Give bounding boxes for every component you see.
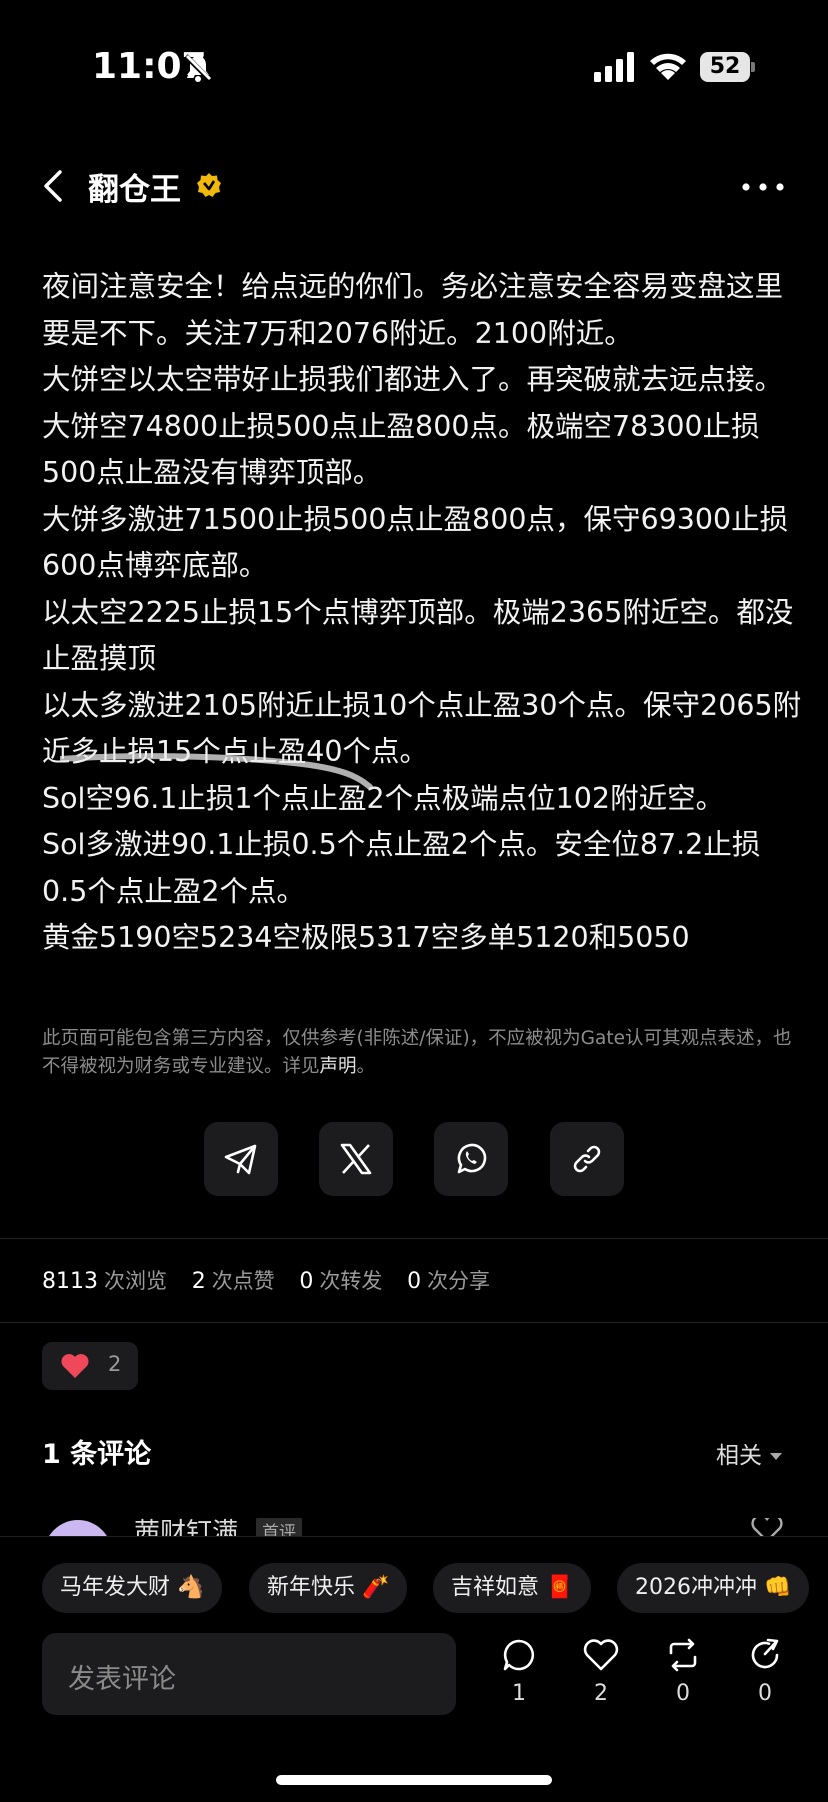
more-options-icon[interactable] (740, 172, 786, 202)
divider (0, 1238, 828, 1239)
like-count: 2 (594, 1681, 608, 1706)
share-telegram-button[interactable] (204, 1122, 278, 1196)
cellular-signal-icon (594, 52, 634, 82)
share-row (204, 1122, 624, 1198)
post-paragraph: 大饼空以太空带好止损我们都进入了。再突破就去远点接。 (42, 363, 784, 396)
author-name[interactable]: 翻仓王 (88, 164, 181, 209)
comment-like-icon[interactable] (750, 1518, 784, 1538)
comment-bubble-icon (503, 1639, 535, 1671)
reposts-label: 次转发 (319, 1269, 383, 1293)
disclaimer-link[interactable]: 声明 (320, 1056, 357, 1077)
wifi-icon (650, 53, 686, 80)
whatsapp-icon (457, 1143, 487, 1174)
commenter-name[interactable]: 茜财钉满 (134, 1518, 238, 1538)
battery-indicator: 52 (700, 52, 756, 82)
status-bar: 11:07 52 (0, 0, 828, 130)
post-paragraph: 以太空2225止损15个点博弈顶部。极端2365附近空。都没止盈摸顶 (42, 595, 794, 676)
likes-count: 2 (191, 1269, 206, 1294)
comment-action[interactable]: 1 (489, 1637, 549, 1706)
shares-count: 0 (407, 1269, 422, 1294)
share-count: 0 (758, 1681, 772, 1706)
likes-label: 次点赞 (211, 1269, 275, 1293)
post-paragraph: 大饼空74800止损500点止盈800点。极端空78300止损500点止盈没有博… (42, 409, 760, 490)
heart-icon (583, 1639, 619, 1671)
post-paragraph: Sol多激进90.1止损0.5个点止盈2个点。安全位87.2止损0.5个点止盈2… (42, 828, 761, 908)
views-label: 次浏览 (104, 1269, 167, 1293)
post-stats: 8113 次浏览 2 次点赞 0 次转发 0 次分享 (42, 1265, 508, 1295)
quick-reply-chip[interactable]: 马年发大财 🐴 (42, 1563, 223, 1613)
back-arrow-icon[interactable] (38, 168, 68, 204)
post-paragraph: 夜间注意安全！给点远的你们。务必注意安全容易变盘这里要是不下。关注7万和2076… (42, 270, 784, 350)
share-whatsapp-button[interactable] (434, 1122, 508, 1196)
share-action[interactable]: 0 (735, 1637, 795, 1706)
post-header: 翻仓王 (0, 150, 828, 222)
comment-item: 茜财钉满 首评 (42, 1518, 802, 1538)
copy-link-button[interactable] (550, 1122, 624, 1196)
share-x-button[interactable] (319, 1122, 393, 1196)
bottom-comment-panel: 马年发大财 🐴 新年快乐 🧨 吉祥如意 🧧 2026冲冲冲 👊 发表评论 1 2… (0, 1536, 828, 1802)
like-reaction-button[interactable]: 2 (42, 1342, 138, 1390)
comments-title: 1 条评论 (42, 1439, 152, 1470)
divider (0, 1322, 828, 1323)
like-reaction-count: 2 (108, 1352, 122, 1376)
glare-streak (60, 753, 373, 790)
repost-icon (669, 1638, 697, 1672)
quick-reply-chip[interactable]: 吉祥如意 🧧 (433, 1563, 592, 1613)
telegram-icon (224, 1144, 257, 1175)
post-paragraph: 黄金5190空5234空极限5317空多单5120和5050 (42, 921, 690, 954)
comment-input-placeholder: 发表评论 (68, 1664, 176, 1695)
post-body: 夜间注意安全！给点远的你们。务必注意安全容易变盘这里要是不下。关注7万和2076… (42, 264, 802, 962)
like-action[interactable]: 2 (571, 1637, 631, 1706)
views-count: 8113 (42, 1269, 98, 1294)
shares-label: 次分享 (427, 1269, 491, 1293)
sort-label: 相关 (716, 1443, 762, 1469)
reposts-count: 0 (299, 1269, 314, 1294)
sort-dropdown[interactable]: 相关 (716, 1436, 782, 1470)
disclaimer-text: 此页面可能包含第三方内容，仅供参考(非陈述/保证)，不应被视为Gate认可其观点… (42, 1028, 792, 1077)
first-comment-badge: 首评 (256, 1518, 302, 1538)
post-paragraph: 大饼多激进71500止损500点止盈800点，保守69300止损600点博弈底部… (42, 502, 789, 583)
verified-badge-icon (197, 173, 221, 197)
comment-input[interactable]: 发表评论 (42, 1633, 456, 1715)
disclaimer-end: 。 (356, 1056, 376, 1077)
link-icon (573, 1145, 601, 1173)
quick-reply-chip[interactable]: 2026冲冲冲 👊 (617, 1563, 810, 1613)
quick-reply-chip[interactable]: 新年快乐 🧨 (249, 1563, 408, 1613)
bell-slash-icon (184, 54, 212, 82)
share-arrow-icon (751, 1638, 779, 1669)
comment-count: 1 (512, 1681, 526, 1706)
repost-action[interactable]: 0 (653, 1637, 713, 1706)
battery-level: 52 (700, 52, 750, 82)
home-indicator[interactable] (276, 1775, 552, 1785)
heart-filled-icon (61, 1354, 89, 1378)
x-icon (340, 1143, 372, 1175)
repost-count: 0 (676, 1681, 690, 1706)
disclaimer: 此页面可能包含第三方内容，仅供参考(非陈述/保证)，不应被视为Gate认可其观点… (42, 1025, 792, 1081)
chevron-down-icon (770, 1453, 782, 1460)
